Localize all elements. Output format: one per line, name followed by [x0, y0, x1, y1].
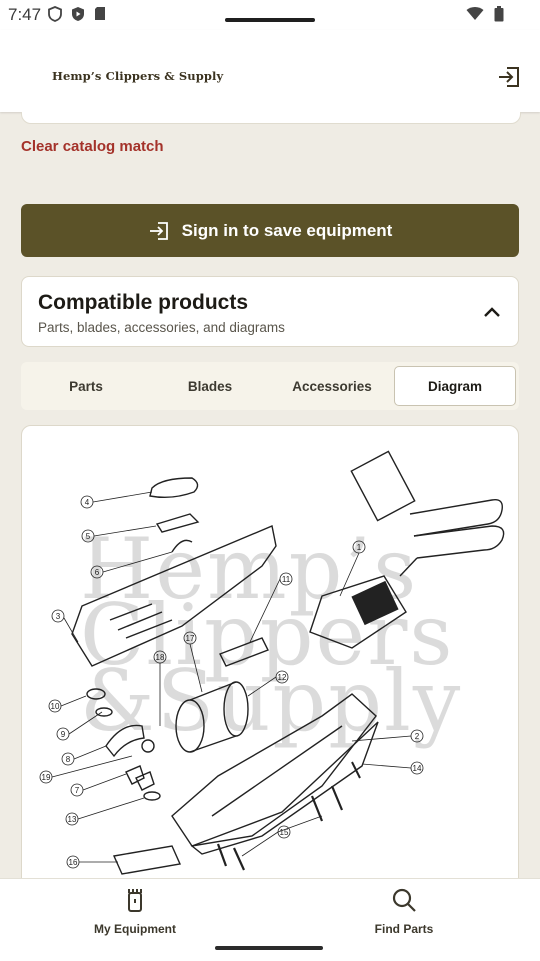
svg-text:10: 10 [51, 702, 60, 711]
compatible-products-subtitle: Parts, blades, accessories, and diagrams [38, 320, 285, 335]
svg-text:18: 18 [156, 653, 165, 662]
svg-text:6: 6 [95, 568, 100, 577]
exploded-view-drawing: 123 456 789 101112 131415 161718 19 [39, 450, 505, 875]
svg-text:17: 17 [186, 634, 195, 643]
nav-find-parts-label: Find Parts [374, 922, 434, 936]
status-bar: 7:47 [0, 0, 540, 30]
parts-diagram[interactable]: Hemp’s Clippers &Supply 1 2 3 4 5 6 7 8 … [21, 425, 519, 878]
notification-icons [48, 6, 106, 22]
svg-text:9: 9 [61, 730, 66, 739]
clear-catalog-match-link[interactable]: Clear catalog match [21, 138, 164, 155]
logout-icon[interactable] [496, 64, 522, 90]
compatible-products-title: Compatible products [38, 291, 249, 314]
nav-find-parts[interactable]: Find Parts [334, 887, 474, 936]
shield-icon [48, 6, 62, 22]
sd-card-icon [95, 7, 105, 20]
nav-my-equipment-label: My Equipment [93, 922, 176, 936]
svg-text:1: 1 [357, 543, 362, 552]
tab-accessories[interactable]: Accessories [271, 366, 393, 406]
system-icons [466, 6, 504, 22]
svg-text:12: 12 [278, 673, 287, 682]
battery-icon [494, 6, 504, 22]
login-icon [149, 221, 168, 240]
app-header: Hemp’s Clippers & Supply [0, 30, 540, 112]
wifi-icon [466, 7, 484, 20]
play-shield-icon [72, 7, 84, 21]
svg-text:16: 16 [69, 858, 78, 867]
product-tabs: Parts Blades Accessories Diagram [21, 362, 519, 410]
svg-text:5: 5 [86, 532, 91, 541]
clipper-icon [128, 889, 142, 912]
svg-text:3: 3 [56, 612, 61, 621]
nav-my-equipment[interactable]: My Equipment [65, 887, 205, 936]
svg-text:2: 2 [415, 732, 420, 741]
svg-text:11: 11 [282, 575, 291, 584]
status-time: 7:47 [8, 5, 42, 24]
tab-parts[interactable]: Parts [25, 366, 147, 406]
svg-text:13: 13 [68, 815, 77, 824]
home-indicator [215, 946, 323, 950]
tab-diagram[interactable]: Diagram [394, 366, 516, 406]
svg-text:8: 8 [66, 755, 71, 764]
sign-in-button[interactable]: Sign in to save equipment [21, 204, 519, 257]
search-icon [392, 888, 416, 912]
svg-text:19: 19 [42, 773, 51, 782]
brand-logo: Hemp’s Clippers & Supply [52, 69, 224, 83]
catalog-match-card [21, 112, 521, 124]
chevron-up-icon[interactable] [482, 302, 502, 322]
compatible-products-card[interactable]: Compatible products Parts, blades, acces… [21, 276, 519, 347]
content-scroll[interactable]: Clear catalog match Sign in to save equi… [0, 112, 540, 878]
svg-text:7: 7 [75, 786, 80, 795]
svg-text:14: 14 [413, 764, 422, 773]
tab-blades[interactable]: Blades [149, 366, 271, 406]
camera-pill [225, 18, 315, 22]
svg-text:4: 4 [85, 498, 90, 507]
sign-in-label: Sign in to save equipment [181, 220, 393, 240]
svg-text:15: 15 [280, 828, 289, 837]
